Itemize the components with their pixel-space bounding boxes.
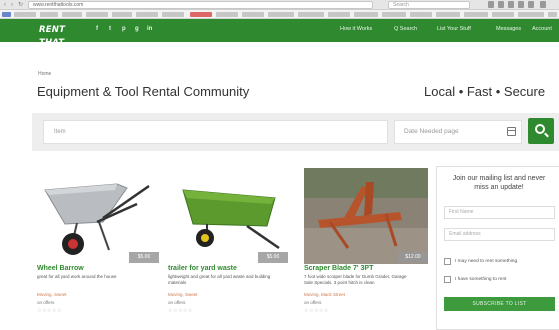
bookmark-item[interactable]: [410, 12, 432, 17]
reload-icon[interactable]: ↻: [18, 1, 23, 9]
extension-icon[interactable]: [528, 1, 534, 8]
bookmark-item[interactable]: [190, 12, 212, 17]
bookmark-star-icon[interactable]: [488, 1, 494, 8]
page-tagline: Local • Fast • Secure: [424, 84, 546, 99]
twitter-icon[interactable]: t: [109, 26, 111, 32]
scraper-blade-image[interactable]: [304, 168, 428, 264]
listing-description: great for all yard work around the house: [37, 274, 117, 279]
first-name-field[interactable]: First Name: [444, 206, 555, 219]
calendar-icon[interactable]: [507, 127, 516, 136]
price-tag: $12.00: [398, 252, 428, 263]
menu-icon[interactable]: [540, 1, 546, 8]
bookmark-item[interactable]: [2, 12, 11, 17]
bookmark-item[interactable]: [112, 12, 132, 17]
bookmark-item[interactable]: [492, 12, 514, 17]
linkedin-icon[interactable]: in: [147, 26, 152, 32]
google-plus-icon[interactable]: g: [135, 26, 139, 32]
address-bar[interactable]: www.rentthattools.com: [28, 1, 373, 9]
bookmark-item[interactable]: [136, 12, 158, 17]
price-tag: $5.00: [258, 252, 288, 263]
rating-stars: ☆☆☆☆☆: [37, 308, 62, 314]
listing-title[interactable]: Wheel Barrow: [37, 265, 84, 272]
bookmark-item[interactable]: [298, 12, 324, 17]
search-button[interactable]: [528, 118, 554, 144]
nav-account[interactable]: Account: [532, 26, 552, 32]
listing-title[interactable]: trailer for yard waste: [168, 265, 237, 272]
nav-search[interactable]: Q Search: [394, 26, 417, 32]
listing-location: Moving, Sweet: [168, 292, 198, 297]
list-checkbox-label: I have something to rent: [455, 277, 507, 282]
page-title: Equipment & Tool Rental Community: [37, 84, 250, 99]
bookmark-item[interactable]: [382, 12, 406, 17]
bookmark-item[interactable]: [354, 12, 378, 17]
reader-icon[interactable]: [498, 1, 504, 8]
listing-title[interactable]: Scraper Blade 7' 3PT: [304, 265, 373, 272]
listing-meta: on offers: [304, 300, 322, 305]
bookmark-item[interactable]: [464, 12, 488, 17]
list-checkbox[interactable]: [444, 276, 451, 283]
bookmark-item[interactable]: [62, 12, 82, 17]
subscribe-button[interactable]: SUBSCRIBE TO LIST: [444, 297, 555, 311]
bookmark-item[interactable]: [216, 12, 238, 17]
search-icon: [535, 124, 545, 134]
bookmark-item[interactable]: [162, 12, 184, 17]
nav-how-it-works[interactable]: How it Works: [340, 26, 372, 32]
bookmark-item[interactable]: [548, 12, 557, 17]
bookmark-item[interactable]: [436, 12, 460, 17]
bookmark-item[interactable]: [328, 12, 350, 17]
listing-location: Moving, Sweet: [37, 292, 67, 297]
rating-stars: ☆☆☆☆☆: [304, 308, 329, 314]
listing-description: lightweight and great for all yard waste…: [168, 274, 271, 285]
facebook-icon[interactable]: f: [96, 26, 98, 32]
bookmarks-bar: [0, 10, 559, 19]
forward-icon[interactable]: ›: [11, 1, 13, 9]
date-needed-input[interactable]: Date Needed page: [394, 120, 522, 144]
wheelbarrow-image[interactable]: [37, 168, 159, 264]
browser-toolbar: ‹ › ↻ www.rentthattools.com Search: [0, 0, 559, 10]
pinterest-icon[interactable]: p: [122, 26, 126, 32]
bookmark-item[interactable]: [242, 12, 264, 17]
rating-stars: ☆☆☆☆☆: [168, 308, 193, 314]
breadcrumb[interactable]: Home: [38, 71, 51, 77]
rent-checkbox[interactable]: [444, 258, 451, 265]
rent-checkbox-label: I may need to rent something: [455, 259, 518, 264]
browser-search-input[interactable]: Search: [388, 1, 470, 9]
listing-location: Moving, Mack Street: [304, 292, 346, 297]
download-icon[interactable]: [508, 1, 514, 8]
bookmark-item[interactable]: [518, 12, 544, 17]
bookmark-item[interactable]: [14, 12, 36, 17]
email-field[interactable]: Email address: [444, 228, 555, 241]
home-icon[interactable]: [518, 1, 524, 8]
bookmark-item[interactable]: [40, 12, 58, 17]
nav-messages[interactable]: Messages: [496, 26, 521, 32]
listing-meta: on offers: [37, 300, 55, 305]
yard-trailer-image[interactable]: [167, 168, 289, 264]
nav-list-your-stuff[interactable]: List Your Stuff: [437, 26, 471, 32]
bookmark-item[interactable]: [86, 12, 108, 17]
item-search-input[interactable]: Item: [43, 120, 388, 144]
site-header: RENT THAT TOOLS f t p g in How it Works …: [0, 19, 559, 61]
back-icon[interactable]: ‹: [4, 1, 6, 9]
listing-description: 7 foot wide scraper blade for Dumb Grade…: [304, 274, 407, 285]
site-logo[interactable]: RENT THAT TOOLS: [39, 24, 88, 61]
listing-meta: on offers: [168, 300, 186, 305]
bookmark-item[interactable]: [268, 12, 294, 17]
price-tag: $5.00: [129, 252, 159, 263]
mailing-list-heading: Join our mailing list and never miss an …: [452, 175, 546, 191]
